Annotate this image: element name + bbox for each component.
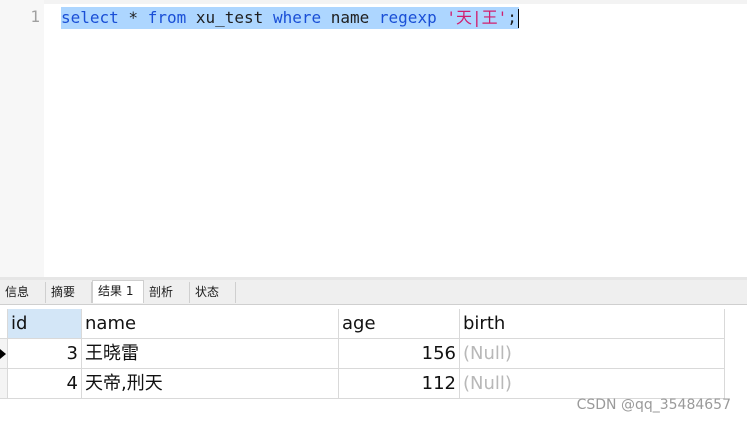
line-number: 1 bbox=[30, 7, 40, 26]
token-star: * bbox=[118, 8, 148, 27]
column-header-name[interactable]: name bbox=[82, 309, 339, 339]
line-number-gutter: 1 bbox=[0, 0, 44, 277]
token-column-name: name bbox=[321, 8, 379, 27]
column-header-id[interactable]: id bbox=[8, 309, 82, 339]
token-table-name: xu_test bbox=[186, 8, 273, 27]
tab-profile[interactable]: 剖析 bbox=[144, 282, 190, 303]
cell-age[interactable]: 156 bbox=[339, 339, 460, 369]
cell-id[interactable]: 4 bbox=[8, 369, 82, 399]
current-row-arrow-icon bbox=[0, 349, 6, 359]
row-indicator-header bbox=[0, 309, 8, 339]
row-indicator[interactable] bbox=[0, 339, 8, 369]
cell-id[interactable]: 3 bbox=[8, 339, 82, 369]
sql-editor[interactable]: 1 select * from xu_test where name regex… bbox=[0, 0, 747, 277]
tab-summary[interactable]: 摘要 bbox=[46, 282, 92, 303]
keyword-regexp: regexp bbox=[378, 8, 437, 27]
cell-name[interactable]: 王晓雷 bbox=[82, 339, 339, 369]
text-caret bbox=[517, 9, 519, 28]
cell-birth[interactable]: (Null) bbox=[460, 339, 725, 369]
tab-status[interactable]: 状态 bbox=[190, 282, 236, 303]
table-row[interactable]: 3 王晓雷 156 (Null) bbox=[0, 339, 725, 369]
result-tab-bar: 信息 摘要 结果 1 剖析 状态 bbox=[0, 280, 747, 305]
column-header-birth[interactable]: birth bbox=[460, 309, 725, 339]
watermark-text: CSDN @qq_35484657 bbox=[576, 397, 731, 413]
table-row[interactable]: 4 天帝,刑天 112 (Null) bbox=[0, 369, 725, 399]
string-literal-pattern: '天|王' bbox=[446, 8, 508, 27]
cell-birth[interactable]: (Null) bbox=[460, 369, 725, 399]
cell-age[interactable]: 112 bbox=[339, 369, 460, 399]
token-semicolon: ; bbox=[507, 8, 517, 27]
tab-result-1[interactable]: 结果 1 bbox=[92, 280, 144, 303]
column-header-age[interactable]: age bbox=[339, 309, 460, 339]
tab-info[interactable]: 信息 bbox=[0, 282, 46, 303]
editor-top-border bbox=[0, 0, 747, 4]
grid-header-row: id name age birth bbox=[0, 309, 725, 339]
keyword-select: select bbox=[61, 8, 119, 27]
keyword-from: from bbox=[147, 8, 187, 27]
cell-name[interactable]: 天帝,刑天 bbox=[82, 369, 339, 399]
keyword-where: where bbox=[272, 8, 322, 27]
code-line[interactable]: select * from xu_test where name regexp … bbox=[61, 7, 519, 29]
row-indicator[interactable] bbox=[0, 369, 8, 399]
